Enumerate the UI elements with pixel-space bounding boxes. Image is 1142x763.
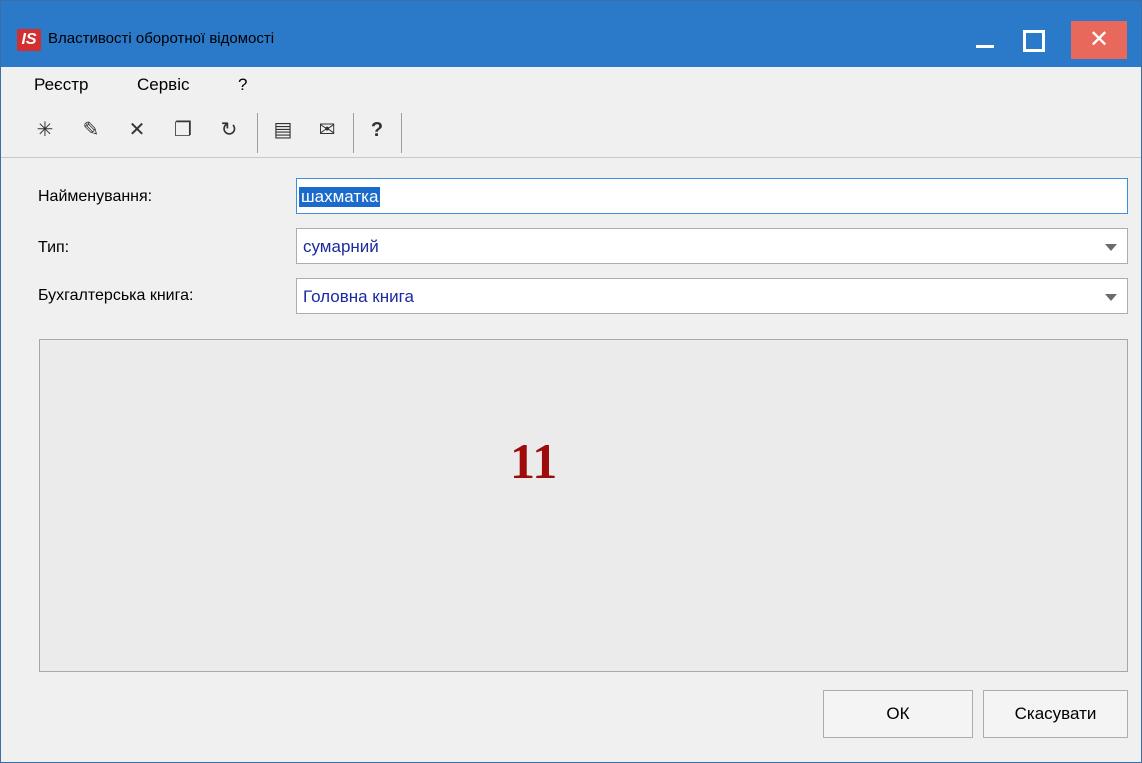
menu-bar: Реєстр Сервіс ? [1,67,1141,101]
ok-button[interactable]: ОК [823,690,973,738]
content-panel: 11 [39,339,1128,672]
type-select[interactable]: сумарний [296,228,1128,264]
maximize-icon [1023,29,1045,52]
document-icon[interactable]: ▤ [269,115,297,145]
minimize-icon [976,45,994,49]
new-doc-icon[interactable]: ✳ [31,115,59,145]
chevron-down-icon [1105,244,1117,251]
toolbar-separator [353,113,354,153]
copy-doc-icon[interactable]: ❐ [169,115,197,145]
chevron-down-icon [1105,294,1117,301]
properties-dialog: IS Властивості оборотної відомості ✕ Реє… [0,0,1142,763]
name-field[interactable]: шахматка [296,178,1128,214]
book-value: Головна книга [303,287,414,306]
toolbar-separator [401,113,402,153]
menu-item-help[interactable]: ? [238,75,247,95]
title-bar[interactable]: IS Властивості оборотної відомості ✕ [1,1,1141,67]
minimize-button[interactable] [962,21,1008,59]
help-icon[interactable]: ? [363,115,391,145]
book-label: Бухгалтерська книга: [38,287,194,304]
toolbar-separator [257,113,258,153]
refresh-icon[interactable]: ↻ [215,115,243,145]
app-logo-icon: IS [17,29,41,51]
step-number-badge: 11 [510,433,558,489]
name-label: Найменування: [38,188,153,205]
menu-item-registry[interactable]: Реєстр [34,75,88,95]
close-button[interactable]: ✕ [1071,21,1127,59]
name-value: шахматка [299,187,381,207]
menu-item-service[interactable]: Сервіс [137,75,190,95]
close-icon: ✕ [1088,26,1110,53]
cancel-button[interactable]: Скасувати [983,690,1128,738]
type-label: Тип: [38,239,70,256]
mail-icon[interactable]: ✉ [313,115,341,145]
window-title: Властивості оборотної відомості [48,30,275,47]
toolbar: ✳ ✎ ✕ ❐ ↻ ▤ ✉ ? [1,105,1141,158]
maximize-button[interactable] [1011,21,1057,59]
type-value: сумарний [303,237,379,256]
delete-doc-icon[interactable]: ✕ [123,115,151,145]
edit-doc-icon[interactable]: ✎ [77,115,105,145]
book-select[interactable]: Головна книга [296,278,1128,314]
